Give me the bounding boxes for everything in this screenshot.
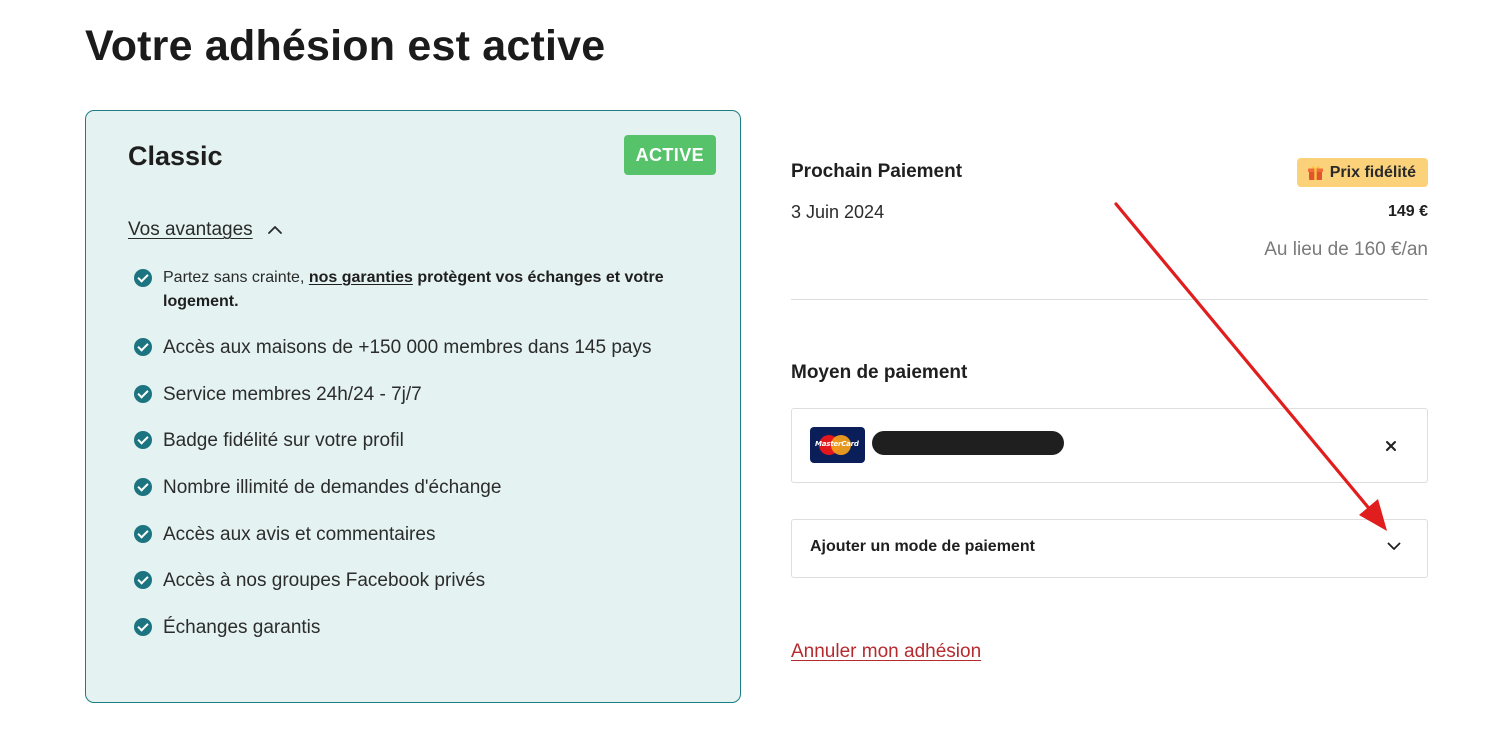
plan-name: Classic <box>128 141 223 171</box>
payment-method-title: Moyen de paiement <box>791 362 968 383</box>
check-circle-icon <box>134 269 152 287</box>
benefits-toggle[interactable]: Vos avantages <box>128 219 283 241</box>
mastercard-icon: MasterCard <box>810 427 865 463</box>
loyalty-badge-label: Prix fidélité <box>1329 163 1416 181</box>
close-icon <box>1386 441 1396 451</box>
add-payment-method-label: Ajouter un mode de paiement <box>810 538 1035 555</box>
gift-icon <box>1307 166 1323 180</box>
benefit-text: Accès à nos groupes Facebook privés <box>163 570 486 591</box>
benefit-item: Accès à nos groupes Facebook privés <box>134 568 485 593</box>
guarantees-link[interactable]: nos garanties <box>309 269 413 286</box>
benefit-text: Échanges garantis <box>163 617 321 638</box>
saved-card: MasterCard <box>791 408 1428 483</box>
page-title: Votre adhésion est active <box>85 22 606 70</box>
cancel-membership-link[interactable]: Annuler mon adhésion <box>791 641 981 663</box>
check-circle-icon <box>134 571 152 589</box>
benefit-text: Badge fidélité sur votre profil <box>163 430 404 451</box>
next-payment-price: 149 € <box>1387 203 1428 220</box>
check-circle-icon <box>134 338 152 356</box>
loyalty-price-badge: Prix fidélité <box>1296 158 1428 187</box>
chevron-up-icon <box>267 225 283 235</box>
add-payment-method-dropdown[interactable]: Ajouter un mode de paiement <box>791 519 1428 578</box>
benefit-guarantee-prefix: Partez sans crainte, <box>163 269 309 286</box>
original-price: Au lieu de 160 €/an <box>1264 239 1428 260</box>
benefit-item: Accès aux avis et commentaires <box>134 522 435 547</box>
benefit-text: Partez sans crainte, nos garanties protè… <box>163 266 674 314</box>
check-circle-icon <box>134 525 152 543</box>
check-circle-icon <box>134 478 152 496</box>
benefit-item: Échanges garantis <box>134 615 320 640</box>
remove-card-button[interactable] <box>1379 434 1403 458</box>
chevron-down-icon <box>1387 542 1401 550</box>
divider <box>791 299 1428 300</box>
benefit-item: Badge fidélité sur votre profil <box>134 428 404 453</box>
benefit-item: Service membres 24h/24 - 7j/7 <box>134 382 422 407</box>
check-circle-icon <box>134 618 152 636</box>
benefit-item: Nombre illimité de demandes d'échange <box>134 475 501 500</box>
benefit-item: Partez sans crainte, nos garanties protè… <box>134 266 674 314</box>
benefit-text: Accès aux maisons de +150 000 membres da… <box>163 337 652 358</box>
benefit-text: Accès aux avis et commentaires <box>163 524 436 545</box>
check-circle-icon <box>134 385 152 403</box>
next-payment-date: 3 Juin 2024 <box>791 202 885 222</box>
next-payment-title: Prochain Paiement <box>791 161 963 182</box>
redacted-card-number <box>872 431 1064 455</box>
card-brand-label: MasterCard <box>815 440 859 448</box>
benefit-text: Service membres 24h/24 - 7j/7 <box>163 384 422 405</box>
benefit-item: Accès aux maisons de +150 000 membres da… <box>134 335 651 360</box>
benefits-toggle-label: Vos avantages <box>128 219 253 240</box>
membership-plan-card: Classic ACTIVE Vos avantages Partez sans… <box>85 110 741 703</box>
check-circle-icon <box>134 431 152 449</box>
status-badge: ACTIVE <box>623 135 716 175</box>
benefit-text: Nombre illimité de demandes d'échange <box>163 477 502 498</box>
